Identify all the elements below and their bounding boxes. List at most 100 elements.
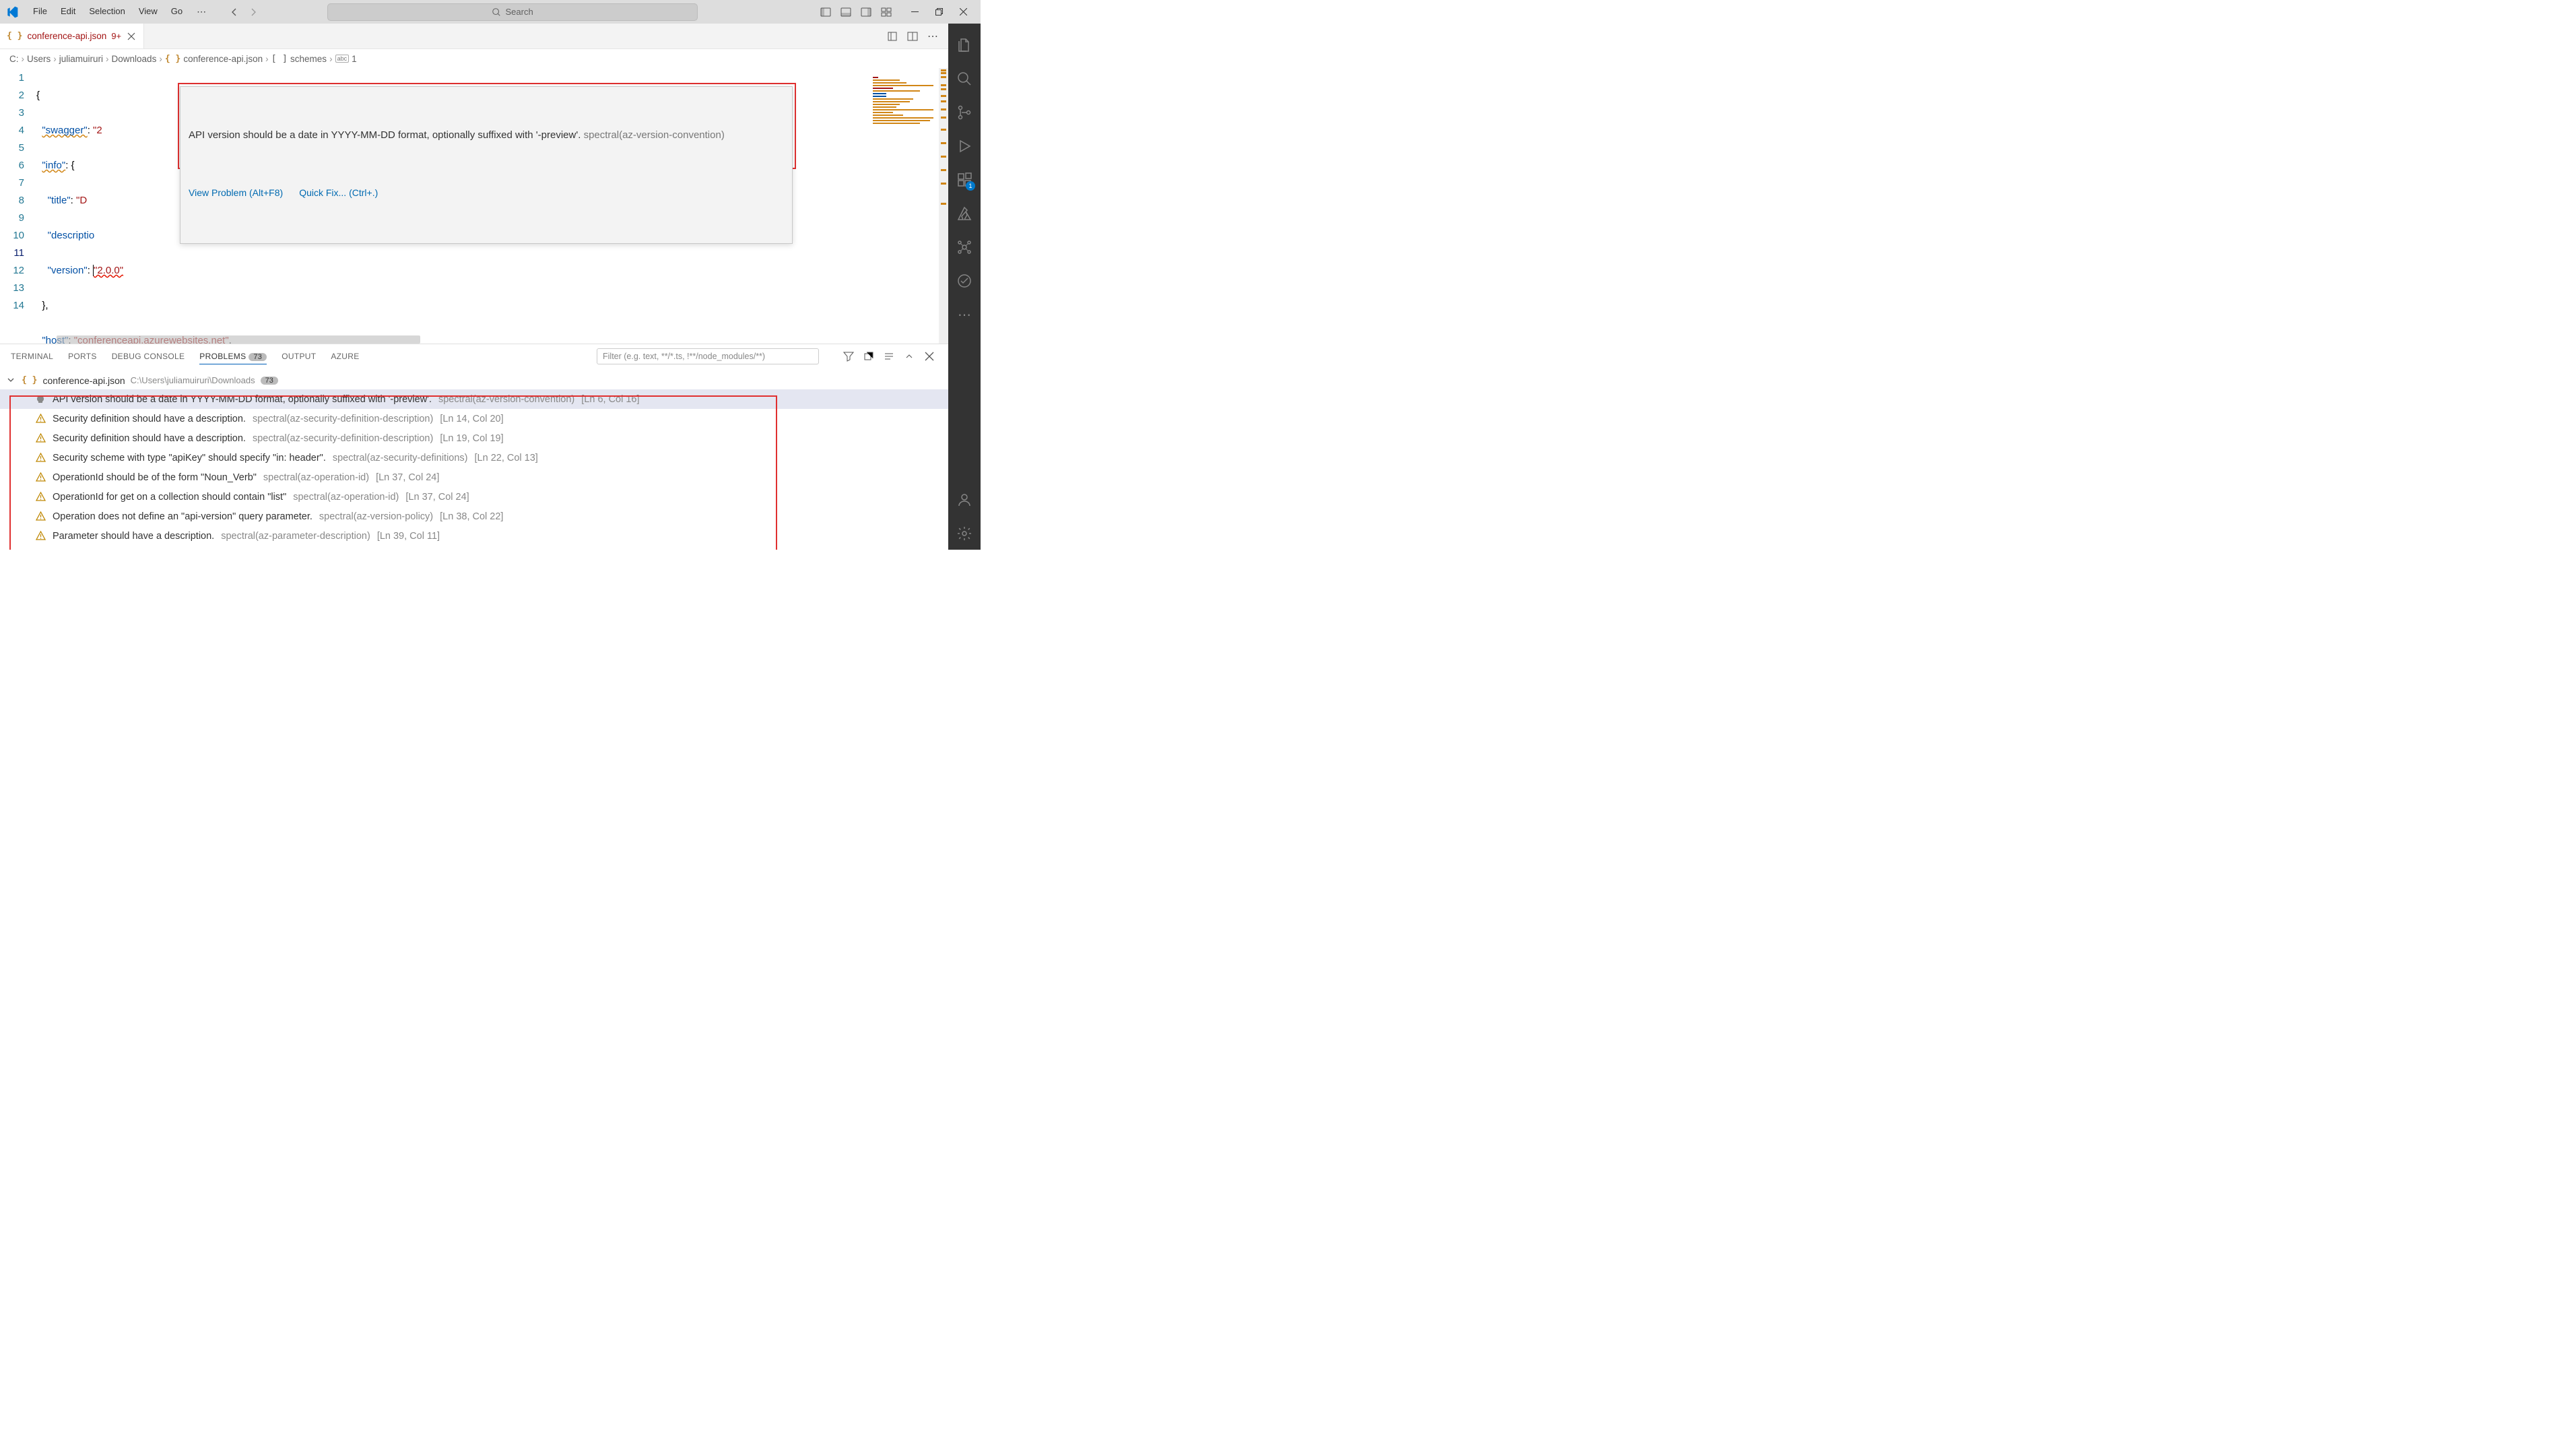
array-icon: [ ] — [271, 53, 288, 64]
warning-icon — [35, 472, 46, 483]
problems-file-path: C:\Users\juliamuiruri\Downloads — [131, 375, 255, 385]
problem-rule: spectral(az-version-convention) — [438, 394, 574, 405]
settings-gear-icon[interactable] — [948, 517, 981, 550]
tab-output[interactable]: OUTPUT — [282, 349, 316, 364]
problem-message: Security scheme with type "apiKey" shoul… — [53, 453, 326, 463]
breadcrumb-segment: 1 — [352, 54, 357, 64]
menu-file[interactable]: File — [27, 3, 53, 20]
window-minimize-icon[interactable] — [902, 3, 927, 22]
problem-row[interactable]: Security definition should have a descri… — [0, 409, 948, 428]
collapse-all-icon[interactable] — [861, 348, 877, 364]
window-maximize-icon[interactable] — [927, 3, 951, 22]
explorer-icon[interactable] — [948, 29, 981, 61]
bottom-panel: TERMINAL PORTS DEBUG CONSOLE PROBLEMS73 … — [0, 344, 948, 550]
testing-icon[interactable] — [948, 265, 981, 297]
breadcrumb-segment: conference-api.json — [183, 54, 263, 64]
problem-row[interactable]: API version should be a date in YYYY-MM-… — [0, 389, 948, 409]
view-problem-link[interactable]: View Problem (Alt+F8) — [189, 184, 283, 201]
tab-ports[interactable]: PORTS — [68, 349, 97, 364]
warning-icon — [35, 492, 46, 503]
problems-file-count: 73 — [261, 377, 278, 385]
close-panel-icon[interactable] — [921, 348, 937, 364]
string-icon: abc — [335, 55, 350, 63]
breadcrumb[interactable]: C:› Users› juliamuiruri› Downloads› { } … — [0, 49, 948, 68]
tab-debug-console[interactable]: DEBUG CONSOLE — [112, 349, 185, 364]
problem-message: Operation does not define an "api-versio… — [53, 511, 312, 522]
tab-conference-api[interactable]: { } conference-api.json 9+ — [0, 24, 144, 49]
titlebar: File Edit Selection View Go ⋯ Search — [0, 0, 981, 24]
warning-icon — [35, 414, 46, 424]
tab-terminal[interactable]: TERMINAL — [11, 349, 53, 364]
accounts-icon[interactable] — [948, 484, 981, 516]
window-close-icon[interactable] — [951, 3, 975, 22]
azure-icon[interactable] — [948, 197, 981, 230]
problem-row[interactable]: OperationId for get on a collection shou… — [0, 487, 948, 507]
hover-rule: spectral(az-version-convention) — [584, 129, 725, 141]
problem-location: [Ln 22, Col 13] — [475, 453, 538, 463]
breadcrumb-segment: C: — [9, 54, 19, 64]
editor-tabs: { } conference-api.json 9+ ⋯ — [0, 24, 948, 49]
menu-view[interactable]: View — [133, 3, 164, 20]
filter-icon[interactable] — [840, 348, 857, 364]
vscode-logo-icon — [5, 5, 19, 19]
problem-location: [Ln 14, Col 20] — [440, 414, 503, 424]
tab-azure[interactable]: AZURE — [331, 349, 359, 364]
breadcrumb-segment: juliamuiruri — [59, 54, 103, 64]
warning-icon — [35, 453, 46, 463]
compare-changes-icon[interactable] — [884, 28, 901, 45]
layout-secondary-sidebar-icon[interactable] — [857, 3, 876, 22]
json-file-icon: { } — [165, 54, 180, 64]
problem-location: [Ln 37, Col 24] — [376, 472, 439, 483]
maximize-panel-icon[interactable] — [901, 348, 917, 364]
customize-layout-icon[interactable] — [877, 3, 896, 22]
json-file-icon: { } — [22, 375, 37, 385]
command-center-search[interactable]: Search — [327, 3, 698, 21]
layout-primary-sidebar-icon[interactable] — [816, 3, 835, 22]
minimap[interactable] — [871, 68, 939, 344]
warning-icon — [35, 511, 46, 522]
problem-message: Parameter should have a description. — [53, 531, 214, 542]
more-views-icon[interactable]: ⋯ — [948, 298, 981, 331]
problem-rule: spectral(az-operation-id) — [263, 472, 369, 483]
problem-location: [Ln 19, Col 19] — [440, 433, 503, 444]
activity-bar: 1 ⋯ — [948, 24, 981, 550]
overview-ruler[interactable] — [939, 68, 948, 344]
tab-problems-badge: 9+ — [111, 31, 121, 41]
more-actions-icon[interactable]: ⋯ — [924, 28, 942, 45]
problem-row[interactable]: Security scheme with type "apiKey" shoul… — [0, 448, 948, 468]
editor-body[interactable]: 123 456 789 101112 1314 { "swagger": "2 … — [0, 68, 948, 344]
menu-go[interactable]: Go — [165, 3, 189, 20]
problems-file-name: conference-api.json — [42, 375, 125, 386]
problem-row[interactable]: Operation does not define an "api-versio… — [0, 507, 948, 526]
problems-filter-input[interactable]: Filter (e.g. text, **/*.ts, !**/node_mod… — [597, 348, 819, 364]
menu-selection[interactable]: Selection — [83, 3, 131, 20]
problem-row[interactable]: OperationId should be of the form "Noun_… — [0, 468, 948, 487]
problem-row[interactable]: Security definition should have a descri… — [0, 428, 948, 448]
hint-icon — [35, 394, 46, 405]
layout-panel-icon[interactable] — [836, 3, 855, 22]
tab-close-icon[interactable] — [126, 31, 137, 42]
problems-file-group[interactable]: { } conference-api.json C:\Users\juliamu… — [0, 371, 948, 389]
run-debug-icon[interactable] — [948, 130, 981, 162]
api-management-icon[interactable] — [948, 231, 981, 263]
source-control-icon[interactable] — [948, 96, 981, 129]
problem-row[interactable]: Parameter should have a description.spec… — [0, 526, 948, 546]
menu-edit[interactable]: Edit — [55, 3, 81, 20]
warning-icon — [35, 531, 46, 542]
nav-back-icon[interactable] — [226, 4, 242, 20]
menu-more-icon[interactable]: ⋯ — [190, 3, 213, 20]
extensions-badge: 1 — [966, 181, 975, 191]
nav-forward-icon[interactable] — [245, 4, 261, 20]
problem-message: Security definition should have a descri… — [53, 433, 246, 444]
tab-problems[interactable]: PROBLEMS73 — [199, 349, 267, 364]
code-area[interactable]: { "swagger": "2 "info": { "title": "D "d… — [36, 68, 871, 344]
search-icon[interactable] — [948, 63, 981, 95]
breadcrumb-segment: Users — [27, 54, 51, 64]
split-editor-icon[interactable] — [904, 28, 921, 45]
extensions-icon[interactable]: 1 — [948, 164, 981, 196]
view-as-list-icon[interactable] — [881, 348, 897, 364]
problem-rule: spectral(az-security-definition-descript… — [253, 414, 433, 424]
quick-fix-link[interactable]: Quick Fix... (Ctrl+.) — [299, 184, 378, 201]
problem-rule: spectral(az-security-definitions) — [333, 453, 468, 463]
horizontal-scrollbar[interactable] — [57, 335, 420, 344]
